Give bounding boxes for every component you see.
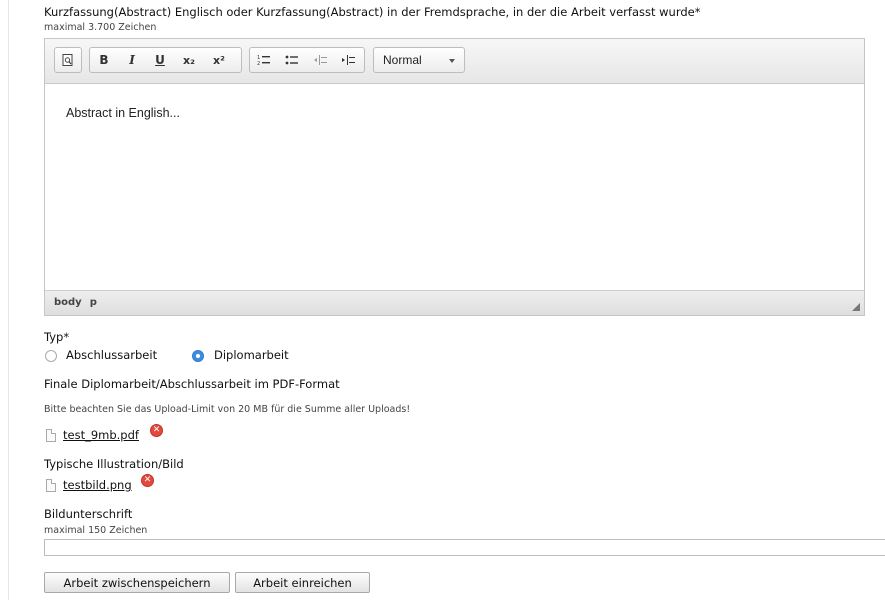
subscript-button[interactable]: x₂	[174, 48, 204, 72]
rich-text-editor: B I U x₂ x² 12 Normal Abstract in Englis…	[44, 38, 865, 316]
file-icon	[46, 479, 56, 492]
caption-label: Bildunterschrift	[44, 507, 133, 521]
editor-content-area[interactable]: Abstract in English...	[45, 84, 864, 290]
resize-handle-icon[interactable]	[852, 303, 860, 311]
illustration-label: Typische Illustration/Bild	[44, 457, 184, 471]
delete-illustration-icon[interactable]: ✕	[141, 474, 154, 487]
radio-diplomarbeit-label[interactable]: Diplomarbeit	[214, 348, 289, 362]
format-dropdown-value: Normal	[383, 53, 422, 67]
abstract-hint: maximal 3.700 Zeichen	[44, 22, 157, 33]
toolbar-group-preview	[54, 47, 82, 73]
bulleted-list-icon[interactable]	[278, 48, 306, 72]
save-draft-button[interactable]: Arbeit zwischenspeichern	[44, 572, 230, 593]
path-body[interactable]: body	[54, 297, 82, 308]
italic-button[interactable]: I	[118, 48, 146, 72]
abstract-label: Kurzfassung(Abstract) Englisch oder Kurz…	[44, 5, 701, 19]
illustration-file-link[interactable]: testbild.png	[63, 478, 132, 492]
path-p[interactable]: p	[90, 297, 97, 308]
pdf-file-link[interactable]: test_9mb.pdf	[63, 428, 139, 442]
caption-input[interactable]	[44, 539, 885, 556]
editor-text: Abstract in English...	[66, 106, 180, 120]
format-dropdown[interactable]: Normal	[373, 47, 465, 73]
editor-toolbar: B I U x₂ x² 12 Normal	[45, 39, 864, 84]
pdf-label: Finale Diplomarbeit/Abschlussarbeit im P…	[44, 377, 340, 391]
radio-abschlussarbeit[interactable]	[45, 350, 57, 362]
caption-hint: maximal 150 Zeichen	[44, 525, 148, 536]
underline-button[interactable]: U	[146, 48, 174, 72]
preview-icon[interactable]	[55, 48, 81, 72]
upload-limit-notice: Bitte beachten Sie das Upload-Limit von …	[44, 404, 411, 415]
toolbar-group-lists: 12	[249, 47, 365, 73]
superscript-button[interactable]: x²	[204, 48, 234, 72]
toolbar-group-basic: B I U x₂ x²	[89, 47, 242, 73]
file-icon	[46, 429, 56, 442]
svg-text:2: 2	[257, 61, 260, 66]
page-left-border	[8, 0, 9, 600]
editor-statusbar: body p	[45, 290, 864, 315]
numbered-list-icon[interactable]: 12	[250, 48, 278, 72]
element-path: body p	[54, 297, 105, 308]
bold-button[interactable]: B	[90, 48, 118, 72]
chevron-down-icon	[449, 59, 455, 63]
indent-icon[interactable]	[334, 48, 362, 72]
radio-diplomarbeit[interactable]	[192, 350, 204, 362]
radio-abschlussarbeit-label[interactable]: Abschlussarbeit	[66, 348, 157, 362]
delete-pdf-icon[interactable]: ✕	[150, 424, 163, 437]
outdent-icon[interactable]	[306, 48, 334, 72]
typ-label: Typ*	[44, 330, 70, 344]
submit-button[interactable]: Arbeit einreichen	[235, 572, 370, 593]
